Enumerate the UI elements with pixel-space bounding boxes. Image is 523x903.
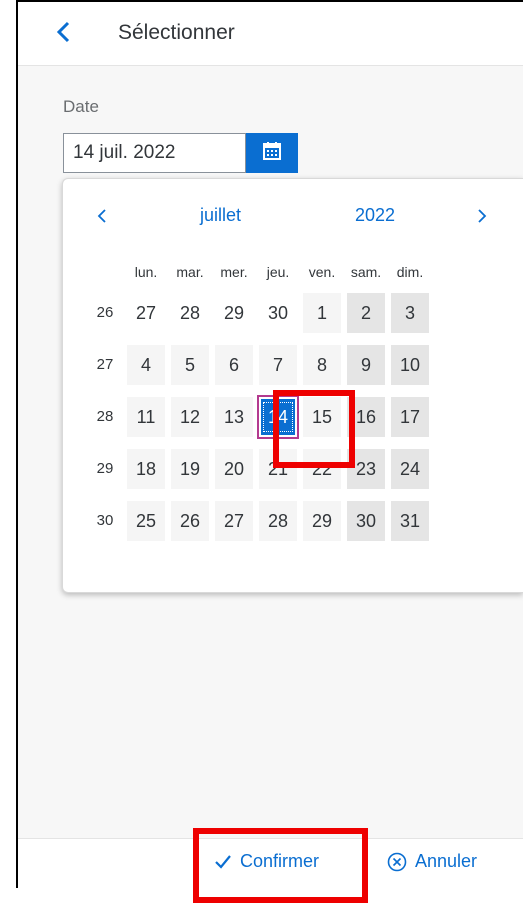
weekday-header: jeu. [266, 264, 290, 280]
dialog-header: Sélectionner [18, 2, 523, 66]
calendar-day[interactable]: 8 [303, 345, 341, 385]
chevron-left-icon [97, 208, 107, 229]
calendar-day[interactable]: 29 [303, 501, 341, 541]
calendar-day[interactable]: 31 [391, 501, 429, 541]
dialog: Sélectionner Date 14 juil. 2022 juillet … [16, 0, 523, 888]
checkmark-icon [214, 854, 232, 870]
calendar-button[interactable] [246, 133, 298, 173]
calendar-day[interactable]: 29 [215, 293, 253, 333]
year-button[interactable]: 2022 [355, 205, 395, 226]
calendar-day[interactable]: 10 [391, 345, 429, 385]
calendar-day[interactable]: 4 [127, 345, 165, 385]
week-number: 26 [96, 304, 114, 321]
calendar-day[interactable]: 24 [391, 449, 429, 489]
calendar-day[interactable]: 28 [259, 501, 297, 541]
calendar-icon [262, 141, 282, 166]
chevron-right-icon [477, 208, 487, 229]
calendar-day[interactable]: 6 [215, 345, 253, 385]
previous-month-button[interactable] [87, 203, 117, 233]
month-button[interactable]: juillet [200, 205, 241, 226]
weekday-header: ven. [308, 264, 336, 280]
chevron-left-icon [56, 21, 72, 48]
calendar-day[interactable]: 28 [171, 293, 209, 333]
week-number: 28 [96, 408, 114, 425]
calendar-day[interactable]: 1 [303, 293, 341, 333]
calendar-day[interactable]: 13 [215, 397, 253, 437]
confirm-button[interactable]: Confirmer [214, 851, 319, 872]
calendar-popover: juillet 2022 lun. mar. mer. jeu. ven. sam. dim… [62, 178, 523, 593]
calendar-day[interactable]: 25 [127, 501, 165, 541]
calendar-day[interactable]: 16 [347, 397, 385, 437]
calendar-day[interactable]: 3 [391, 293, 429, 333]
weekday-header: dim. [396, 264, 424, 280]
calendar-day[interactable]: 30 [259, 293, 297, 333]
dialog-title: Sélectionner [118, 21, 235, 44]
calendar-day[interactable]: 5 [171, 345, 209, 385]
weekday-header: mer. [220, 264, 248, 280]
weekday-header: sam. [350, 264, 382, 280]
weekday-header: mar. [176, 264, 204, 280]
week-number: 27 [96, 356, 114, 373]
calendar-day[interactable]: 26 [171, 501, 209, 541]
calendar-day[interactable]: 23 [347, 449, 385, 489]
calendar-day[interactable]: 18 [127, 449, 165, 489]
selected-day[interactable]: 14 [257, 395, 299, 439]
weekday-header: lun. [134, 264, 158, 280]
calendar-day[interactable]: 9 [347, 345, 385, 385]
cancel-button[interactable]: Annuler [387, 851, 477, 872]
calendar-day[interactable]: 19 [171, 449, 209, 489]
calendar-day[interactable]: 21 [259, 449, 297, 489]
calendar-day[interactable]: 2 [347, 293, 385, 333]
calendar-day[interactable]: 11 [127, 397, 165, 437]
date-input[interactable]: 14 juil. 2022 [63, 133, 246, 173]
calendar-day[interactable]: 15 [303, 397, 341, 437]
calendar-day[interactable]: 27 [127, 293, 165, 333]
calendar-day[interactable]: 7 [259, 345, 297, 385]
back-button[interactable] [51, 18, 77, 50]
calendar-header: juillet 2022 [63, 179, 523, 255]
calendar-day[interactable]: 17 [391, 397, 429, 437]
week-number: 29 [96, 460, 114, 477]
cancel-label: Annuler [415, 851, 478, 871]
date-label: Date [63, 97, 99, 116]
week-number: 30 [96, 512, 114, 529]
calendar-day[interactable]: 30 [347, 501, 385, 541]
cancel-icon [387, 852, 407, 872]
calendar-day[interactable]: 27 [215, 501, 253, 541]
calendar-day[interactable]: 12 [171, 397, 209, 437]
next-month-button[interactable] [467, 203, 497, 233]
confirm-label: Confirmer [240, 851, 320, 871]
selected-day-label: 14 [263, 402, 293, 432]
dialog-footer: Confirmer Annuler [18, 838, 523, 888]
calendar-day[interactable]: 22 [303, 449, 341, 489]
calendar-day[interactable]: 20 [215, 449, 253, 489]
